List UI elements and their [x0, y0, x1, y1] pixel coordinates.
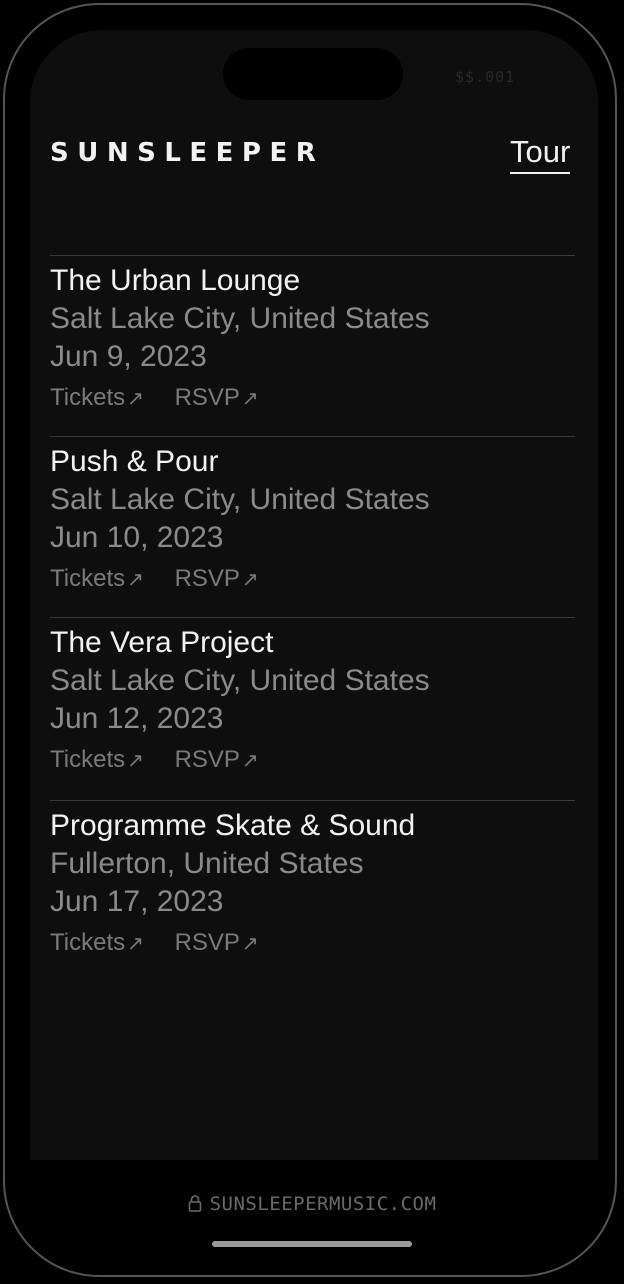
tickets-link[interactable]: Tickets ↗	[50, 384, 144, 412]
external-link-icon: ↗	[241, 933, 259, 955]
rsvp-label: RSVP	[174, 565, 240, 592]
venue-name: The Vera Project	[50, 626, 274, 659]
tour-item: Programme Skate & Sound Fullerton, Unite…	[50, 800, 575, 982]
status-text: $$.001	[455, 68, 516, 86]
event-links: Tickets ↗ RSVP ↗	[50, 929, 283, 957]
home-indicator[interactable]	[212, 1241, 412, 1247]
browser-url-bar[interactable]: SUNSLEEPERMUSIC.COM	[5, 1193, 615, 1217]
event-date: Jun 9, 2023	[50, 340, 207, 373]
rsvp-label: RSVP	[174, 929, 240, 956]
rsvp-label: RSVP	[174, 746, 240, 773]
tour-item: Push & Pour Salt Lake City, United State…	[50, 436, 575, 618]
event-links: Tickets ↗ RSVP ↗	[50, 746, 283, 774]
venue-location: Salt Lake City, United States	[50, 302, 430, 335]
venue-location: Salt Lake City, United States	[50, 664, 430, 697]
rsvp-link[interactable]: RSVP ↗	[175, 384, 259, 412]
tickets-label: Tickets	[50, 565, 126, 592]
venue-name: The Urban Lounge	[50, 264, 301, 297]
tickets-link[interactable]: Tickets ↗	[50, 565, 144, 593]
external-link-icon: ↗	[241, 388, 259, 410]
rsvp-link[interactable]: RSVP ↗	[175, 565, 259, 593]
screen: $$.001 SUNSLEEPER Tour The Urban Lounge …	[30, 30, 598, 1160]
tickets-label: Tickets	[50, 746, 126, 773]
event-date: Jun 12, 2023	[50, 702, 224, 735]
tickets-link[interactable]: Tickets ↗	[50, 746, 144, 774]
venue-name: Programme Skate & Sound	[50, 809, 416, 842]
phone-frame: $$.001 SUNSLEEPER Tour The Urban Lounge …	[3, 3, 617, 1277]
external-link-icon: ↗	[127, 388, 144, 410]
event-links: Tickets ↗ RSVP ↗	[50, 384, 283, 412]
external-link-icon: ↗	[241, 569, 259, 591]
venue-name: Push & Pour	[50, 445, 219, 478]
tour-item: The Urban Lounge Salt Lake City, United …	[50, 255, 575, 437]
event-links: Tickets ↗ RSVP ↗	[50, 565, 283, 593]
venue-location: Salt Lake City, United States	[50, 483, 430, 516]
external-link-icon: ↗	[127, 933, 144, 955]
venue-location: Fullerton, United States	[50, 847, 364, 880]
tickets-link[interactable]: Tickets ↗	[50, 929, 144, 957]
url-text: SUNSLEEPERMUSIC.COM	[209, 1193, 437, 1215]
lock-icon	[188, 1194, 202, 1217]
brand-logo[interactable]: SUNSLEEPER	[50, 138, 324, 168]
external-link-icon: ↗	[127, 750, 144, 772]
nav-tour-link[interactable]: Tour	[510, 134, 571, 174]
rsvp-link[interactable]: RSVP ↗	[175, 746, 259, 774]
external-link-icon: ↗	[241, 750, 259, 772]
tickets-label: Tickets	[50, 929, 126, 956]
external-link-icon: ↗	[127, 569, 144, 591]
event-date: Jun 10, 2023	[50, 521, 224, 554]
rsvp-link[interactable]: RSVP ↗	[175, 929, 259, 957]
tickets-label: Tickets	[50, 384, 126, 411]
rsvp-label: RSVP	[174, 384, 240, 411]
event-date: Jun 17, 2023	[50, 885, 224, 918]
tour-item: The Vera Project Salt Lake City, United …	[50, 617, 575, 801]
dynamic-island	[223, 48, 403, 100]
